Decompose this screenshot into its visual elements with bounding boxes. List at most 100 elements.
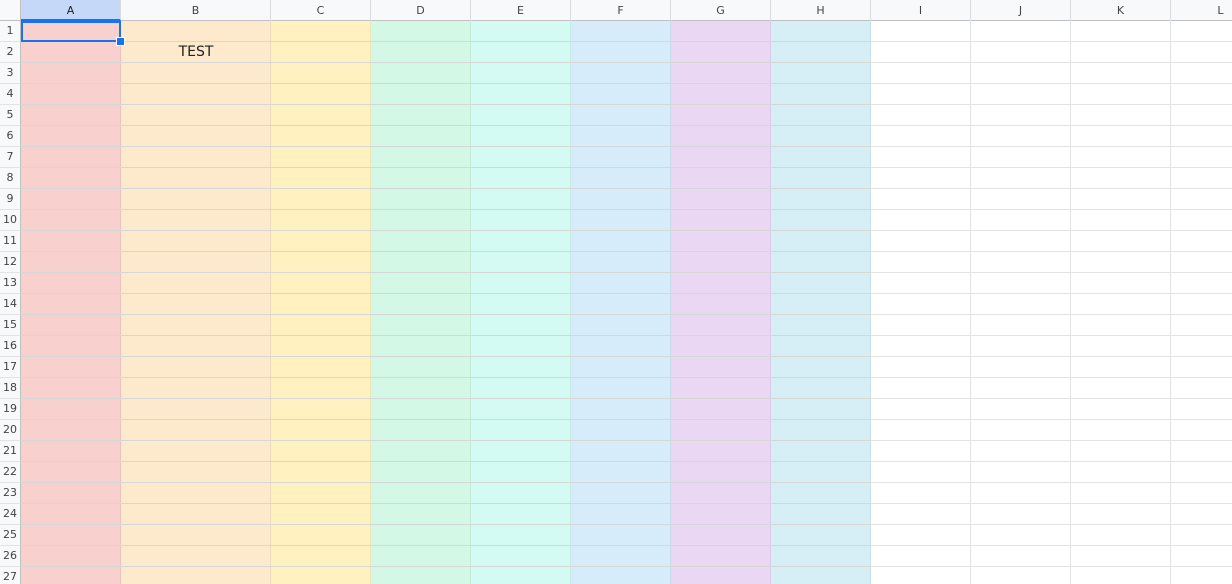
row-gridline <box>371 146 471 147</box>
row-header-21[interactable]: 21 <box>0 441 21 462</box>
column-e-cells[interactable] <box>471 21 571 584</box>
row-gridline <box>471 41 571 42</box>
cell-b2[interactable]: TEST <box>121 42 271 63</box>
row-gridline <box>121 293 271 294</box>
row-gridline <box>771 482 871 483</box>
column-k-cells[interactable] <box>1071 21 1171 584</box>
row-header-5[interactable]: 5 <box>0 105 21 126</box>
row-header-12[interactable]: 12 <box>0 252 21 273</box>
row-header-26[interactable]: 26 <box>0 546 21 567</box>
row-gridline <box>671 524 771 525</box>
column-header-l[interactable]: L <box>1171 0 1232 21</box>
row-gridline <box>271 209 371 210</box>
row-header-23[interactable]: 23 <box>0 483 21 504</box>
spreadsheet-grid[interactable]: ABCDEFGHIJKL 1 2 3 4 5 6 7 8 9 10 11 12 13 14 15 16 17 18… <box>0 0 1232 584</box>
column-header-d[interactable]: D <box>371 0 471 21</box>
row-gridline <box>371 209 471 210</box>
column-header-b[interactable]: B <box>121 0 271 21</box>
row-gridline <box>671 188 771 189</box>
row-gridline <box>371 41 471 42</box>
row-header-18[interactable]: 18 <box>0 378 21 399</box>
row-gridline <box>771 545 871 546</box>
column-d-cells[interactable] <box>371 21 471 584</box>
column-header-e[interactable]: E <box>471 0 571 21</box>
row-header-20[interactable]: 20 <box>0 420 21 441</box>
row-gridline <box>371 314 471 315</box>
column-header-h[interactable]: H <box>771 0 871 21</box>
row-gridline <box>771 209 871 210</box>
row-gridline <box>771 188 871 189</box>
fill-handle[interactable] <box>116 37 125 46</box>
row-gridline <box>271 146 371 147</box>
row-gridline <box>671 335 771 336</box>
row-header-6[interactable]: 6 <box>0 126 21 147</box>
column-h-cells[interactable] <box>771 21 871 584</box>
row-header-9[interactable]: 9 <box>0 189 21 210</box>
row-gridline <box>121 146 271 147</box>
row-gridline <box>371 356 471 357</box>
column-i-cells[interactable] <box>871 21 971 584</box>
row-gridline <box>671 377 771 378</box>
row-gridline <box>21 188 121 189</box>
column-header-k[interactable]: K <box>1071 0 1171 21</box>
column-header-a[interactable]: A <box>21 0 121 21</box>
row-gridline <box>371 335 471 336</box>
row-gridline <box>271 419 371 420</box>
row-gridline <box>271 62 371 63</box>
row-gridline <box>571 419 671 420</box>
row-gridline <box>571 230 671 231</box>
row-header-4[interactable]: 4 <box>0 84 21 105</box>
column-j-cells[interactable] <box>971 21 1071 584</box>
column-b-cells[interactable] <box>121 21 271 584</box>
row-gridline <box>771 461 871 462</box>
row-header-19[interactable]: 19 <box>0 399 21 420</box>
row-header-7[interactable]: 7 <box>0 147 21 168</box>
row-gridline <box>21 83 121 84</box>
row-gridline <box>571 566 671 567</box>
row-header-24[interactable]: 24 <box>0 504 21 525</box>
column-header-i[interactable]: I <box>871 0 971 21</box>
row-gridline <box>671 272 771 273</box>
row-header-2[interactable]: 2 <box>0 42 21 63</box>
row-gridline <box>571 503 671 504</box>
column-a-cells[interactable] <box>21 21 121 584</box>
active-cell-selection[interactable] <box>21 21 121 42</box>
row-header-27[interactable]: 27 <box>0 567 21 584</box>
row-header-16[interactable]: 16 <box>0 336 21 357</box>
row-gridline <box>271 125 371 126</box>
row-header-1[interactable]: 1 <box>0 21 21 42</box>
row-gridline <box>271 251 371 252</box>
row-header-25[interactable]: 25 <box>0 525 21 546</box>
column-header-g[interactable]: G <box>671 0 771 21</box>
row-gridline <box>271 104 371 105</box>
column-header-c[interactable]: C <box>271 0 371 21</box>
row-gridline <box>771 125 871 126</box>
row-header-14[interactable]: 14 <box>0 294 21 315</box>
row-gridline <box>671 167 771 168</box>
column-f-cells[interactable] <box>571 21 671 584</box>
column-header-j[interactable]: J <box>971 0 1071 21</box>
column-c-cells[interactable] <box>271 21 371 584</box>
row-gridline <box>471 230 571 231</box>
column-g-cells[interactable] <box>671 21 771 584</box>
row-header-15[interactable]: 15 <box>0 315 21 336</box>
column-l-cells[interactable] <box>1171 21 1232 584</box>
column-header-f[interactable]: F <box>571 0 671 21</box>
row-header-17[interactable]: 17 <box>0 357 21 378</box>
row-header-10[interactable]: 10 <box>0 210 21 231</box>
row-header-11[interactable]: 11 <box>0 231 21 252</box>
row-header-3[interactable]: 3 <box>0 63 21 84</box>
row-gridline <box>571 545 671 546</box>
select-all-corner[interactable] <box>0 0 21 21</box>
row-gridline <box>771 419 871 420</box>
row-gridline <box>471 461 571 462</box>
row-header-13[interactable]: 13 <box>0 273 21 294</box>
row-gridline <box>121 482 271 483</box>
row-gridline <box>671 461 771 462</box>
row-header-8[interactable]: 8 <box>0 168 21 189</box>
row-gridline <box>21 251 121 252</box>
row-gridline <box>771 356 871 357</box>
row-gridline <box>771 104 871 105</box>
row-header-22[interactable]: 22 <box>0 462 21 483</box>
row-gridline <box>671 314 771 315</box>
